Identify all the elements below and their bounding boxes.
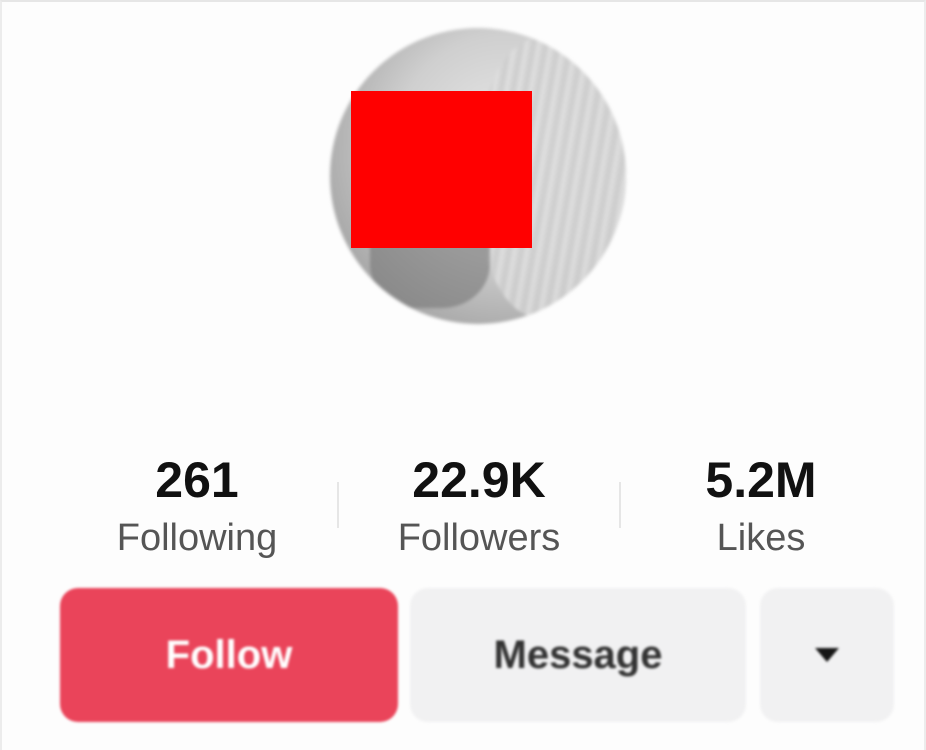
redaction-box xyxy=(351,91,532,248)
caret-down-icon xyxy=(815,648,839,662)
likes-label: Likes xyxy=(716,517,806,559)
follow-button[interactable]: Follow xyxy=(60,588,398,722)
stat-following[interactable]: 261 Following xyxy=(56,450,338,566)
following-label: Following xyxy=(116,517,278,559)
stat-likes[interactable]: 5.2M Likes xyxy=(620,450,902,566)
followers-label: Followers xyxy=(397,517,561,559)
following-count: 261 xyxy=(155,452,239,508)
follow-button-label: Follow xyxy=(165,632,293,677)
message-button-label: Message xyxy=(493,632,663,677)
more-options-button[interactable] xyxy=(760,588,894,722)
followers-count: 22.9K xyxy=(412,452,546,508)
profile-page: 261 Following 22.9K Followers 5.2M Likes… xyxy=(0,0,926,750)
message-button[interactable]: Message xyxy=(410,588,746,722)
stat-followers[interactable]: 22.9K Followers xyxy=(338,450,620,566)
profile-stats: 261 Following 22.9K Followers 5.2M Likes xyxy=(56,450,902,570)
likes-count: 5.2M xyxy=(705,452,817,508)
